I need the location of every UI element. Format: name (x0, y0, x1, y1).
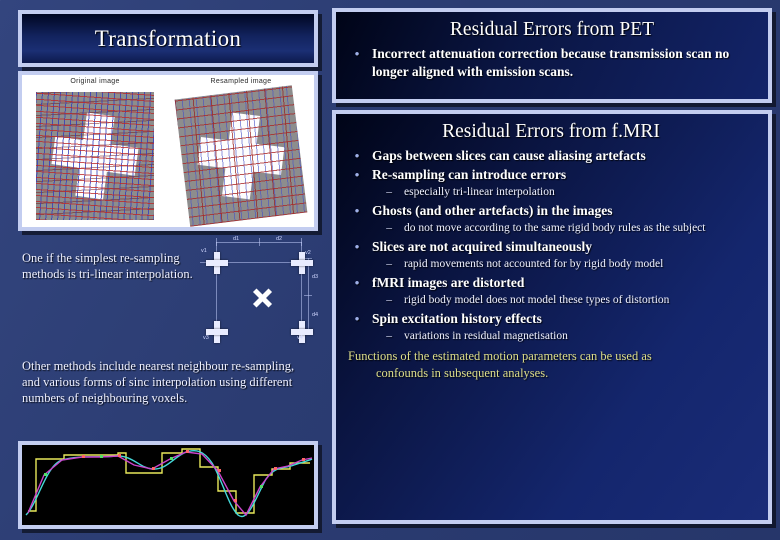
fmri-errors-box: Residual Errors from f.MRI • Gaps betwee… (332, 110, 772, 524)
bullet-text: Re-sampling can introduce errors (372, 167, 567, 182)
bullet-text: Gaps between slices can cause aliasing a… (372, 148, 646, 163)
bullet-marker-icon: • (354, 311, 360, 326)
bullet-marker-icon: • (354, 46, 360, 61)
closing-line-1: Functions of the estimated motion parame… (348, 349, 652, 363)
figure-resampled: Resampled image (168, 75, 314, 227)
other-methods-description: Other methods include nearest neighbour … (22, 359, 295, 405)
dash-marker-icon: – (386, 294, 392, 306)
slide-title-box: Transformation (18, 10, 318, 67)
sub-list-item: – rapid movements not accounted for by r… (342, 257, 760, 272)
phantom-resampled (174, 85, 308, 227)
figure-original: Original image (22, 75, 168, 227)
phantom-original (36, 92, 154, 220)
dash-marker-icon: – (386, 186, 392, 198)
bullet-marker-icon: • (354, 203, 360, 218)
grid-overlay-resampled (174, 85, 308, 227)
interpolation-target-x (252, 288, 272, 308)
voxel-node-v3 (206, 321, 228, 343)
sub-bullet-text: especially tri-linear interpolation (404, 186, 555, 198)
sub-list-item: – variations in residual magnetisation (342, 329, 760, 344)
list-item: • fMRI images are distorted (342, 274, 760, 292)
graph-svg (25, 448, 313, 518)
dash-marker-icon: – (386, 222, 392, 234)
voxel-label-v3: v3 (203, 335, 209, 341)
sub-bullet-text: rigid body model does not model these ty… (404, 294, 670, 306)
bullet-text: fMRI images are distorted (372, 275, 525, 290)
dim-tick-rm (304, 295, 312, 296)
list-item: • Ghosts (and other artefacts) in the im… (342, 202, 760, 220)
interpolation-comparison-graph (18, 441, 318, 529)
grid-overlay-original (36, 92, 154, 220)
bullet-marker-icon: • (354, 239, 360, 254)
interpolation-description: One if the simplest re-sampling methods … (22, 251, 193, 281)
list-item: • Slices are not acquired simultaneously (342, 238, 760, 256)
sample-markers (82, 450, 305, 502)
figure-caption-resampled: Resampled image (210, 78, 272, 85)
slide-canvas: Transformation Original image Resampled … (0, 0, 780, 540)
figure-caption-original: Original image (70, 78, 120, 85)
fmri-section-heading: Residual Errors from f.MRI (442, 121, 660, 142)
dim-label-d3: d3 (312, 274, 319, 280)
sub-list-item: – do not move according to the same rigi… (342, 221, 760, 236)
bullet-marker-icon: • (354, 275, 360, 290)
sample-markers-green (44, 455, 263, 488)
list-item: • Re-sampling can introduce errors (342, 166, 760, 184)
fmri-bullet-list: • Gaps between slices can cause aliasing… (342, 147, 760, 344)
trilinear-interpolation-diagram: v1 v2 v3 v4 d1 d2 d3 d4 (200, 236, 319, 343)
page-title: Transformation (94, 25, 242, 51)
dim-tick-tm (259, 238, 260, 246)
sub-list-item: – especially tri-linear interpolation (342, 185, 760, 200)
dash-marker-icon: – (386, 258, 392, 270)
figure-canvas: Original image Resampled image (22, 75, 314, 227)
list-item: • Gaps between slices can cause aliasing… (342, 147, 760, 165)
series-sinc (25, 450, 313, 518)
closing-note: Functions of the estimated motion parame… (342, 346, 760, 382)
sub-bullet-text: variations in residual magnetisation (404, 330, 568, 342)
bullet-text: Incorrect attenuation correction because… (372, 46, 730, 79)
bullet-text: Slices are not acquired simultaneously (372, 239, 593, 254)
pet-section-heading: Residual Errors from PET (449, 19, 655, 40)
resampling-figure: Original image Resampled image (18, 71, 318, 231)
list-item: • Spin excitation history effects (342, 310, 760, 328)
dash-marker-icon: – (386, 330, 392, 342)
bullet-text: Ghosts (and other artefacts) in the imag… (372, 203, 613, 218)
pet-bullet-list: • Incorrect attenuation correction becau… (342, 45, 762, 81)
bullet-text: Spin excitation history effects (372, 311, 542, 326)
voxel-label-v1: v1 (201, 248, 207, 254)
voxel-label-v2: v2 (305, 250, 311, 256)
bullet-marker-icon: • (354, 167, 360, 182)
sub-bullet-text: rapid movements not accounted for by rig… (404, 258, 664, 270)
sub-bullet-text: do not move according to the same rigid … (404, 222, 706, 234)
voxel-node-v1 (206, 252, 228, 274)
series-linear (27, 451, 313, 517)
dim-label-d1: d1 (233, 236, 240, 242)
voxel-label-v4: v4 (297, 335, 303, 341)
pet-errors-box: Residual Errors from PET • Incorrect att… (332, 8, 772, 103)
sub-list-item: – rigid body model does not model these … (342, 293, 760, 308)
dim-label-d2: d2 (276, 236, 283, 242)
closing-line-2: confounds in subsequent analyses. (376, 366, 549, 380)
bullet-marker-icon: • (354, 148, 360, 163)
dim-label-d4: d4 (312, 312, 319, 318)
list-item: • Incorrect attenuation correction becau… (342, 45, 762, 81)
